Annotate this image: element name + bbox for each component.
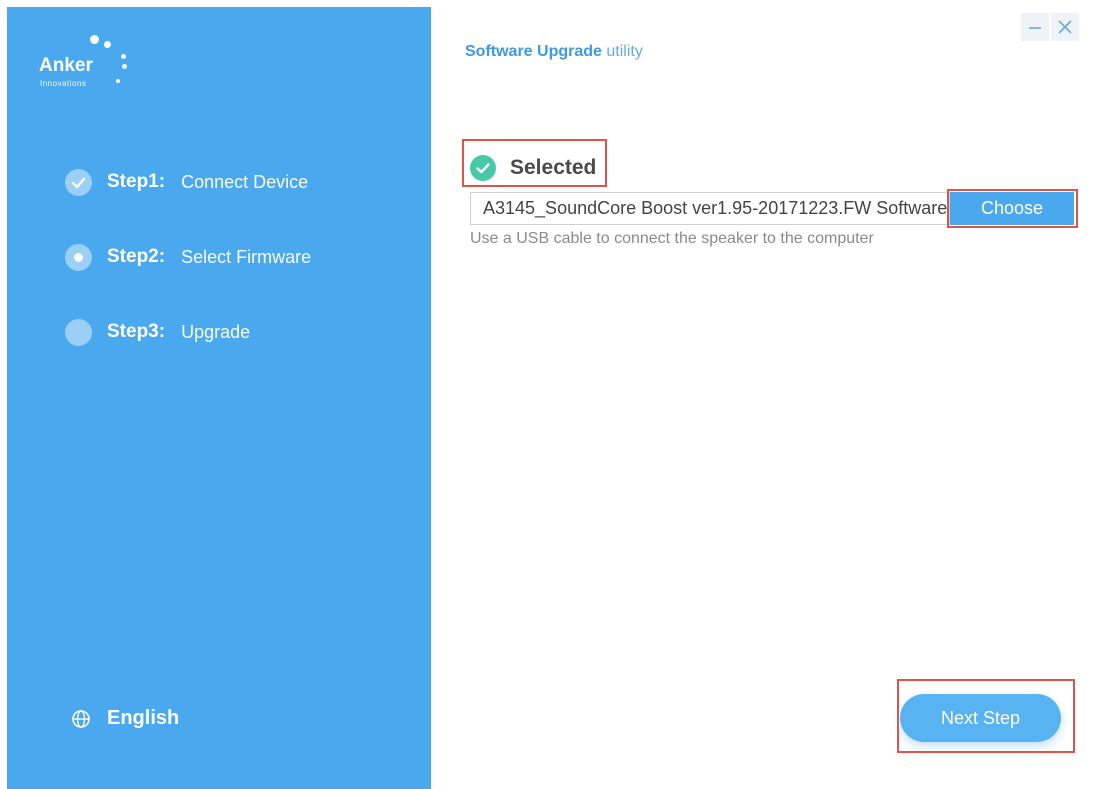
status-label: Selected: [510, 156, 597, 179]
page-title: Software Upgrade utility: [465, 43, 643, 61]
step-connect-device: Step1: Connect Device: [65, 167, 395, 197]
language-selector[interactable]: English: [71, 707, 179, 730]
close-icon: [1058, 20, 1072, 34]
firmware-file-field[interactable]: A3145_SoundCore Boost ver1.95-20171223.F…: [470, 192, 950, 225]
app-window: Anker Innovations Step1: Connect Device …: [0, 0, 1095, 789]
check-icon: [65, 168, 92, 196]
logo-dot: [104, 41, 111, 48]
anker-logo: Anker Innovations: [39, 35, 139, 95]
current-step-indicator: [65, 243, 92, 271]
logo-wordmark: Anker: [39, 55, 93, 76]
title-bold: Software Upgrade: [465, 43, 602, 60]
language-label: English: [107, 707, 180, 729]
highlight-box: [947, 189, 1078, 228]
step-number: Step1:: [107, 171, 166, 192]
globe-icon: [72, 709, 90, 728]
sidebar: Anker Innovations Step1: Connect Device …: [7, 7, 431, 789]
logo-dot: [90, 35, 99, 44]
logo-dot: [122, 64, 127, 69]
window-controls: [1021, 13, 1081, 41]
next-step-button[interactable]: Next Step: [900, 694, 1061, 742]
title-normal: utility: [606, 43, 643, 60]
logo-dot: [121, 54, 126, 59]
hint-text: Use a USB cable to connect the speaker t…: [470, 230, 874, 247]
logo-dot: [116, 79, 120, 83]
selection-status: Selected: [470, 155, 596, 181]
close-button[interactable]: [1051, 13, 1079, 41]
minimize-button[interactable]: [1021, 13, 1049, 41]
minimize-icon: [1029, 27, 1041, 29]
step-label: Select Firmware: [181, 246, 312, 267]
step-number: Step2:: [107, 246, 166, 267]
step-upgrade: Step3: Upgrade: [65, 317, 395, 347]
step-select-firmware: Step2: Select Firmware: [65, 242, 395, 272]
step-number: Step3:: [107, 321, 166, 342]
pending-step-indicator: [65, 318, 92, 346]
step-label: Connect Device: [181, 171, 309, 192]
check-icon: [470, 155, 496, 181]
step-label: Upgrade: [181, 321, 251, 342]
logo-subtitle: Innovations: [40, 79, 87, 88]
